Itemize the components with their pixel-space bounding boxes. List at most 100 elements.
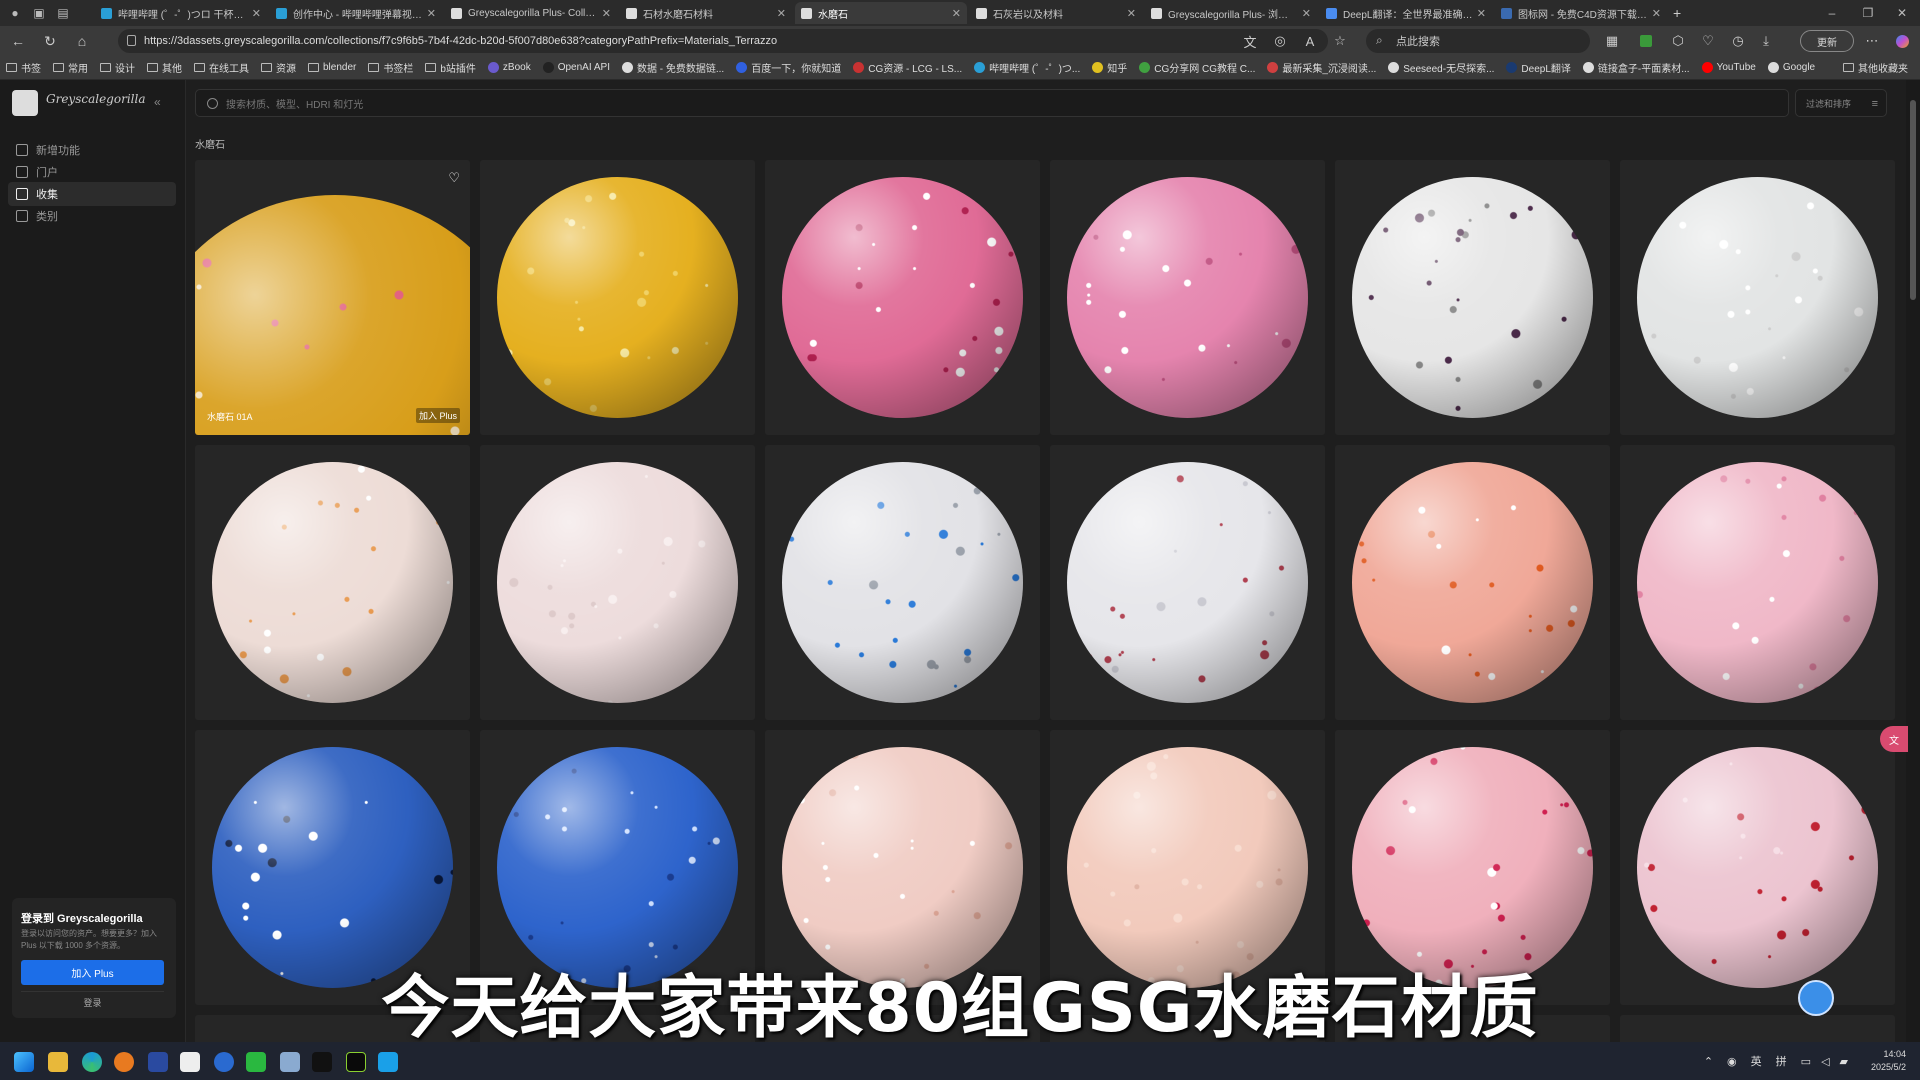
sidebar-item[interactable]: 收集 bbox=[8, 182, 176, 206]
browser-tab[interactable]: 哔哩哔哩 (゜-゜)つロ 干杯~-bilibili ✕ bbox=[95, 2, 267, 24]
blender-icon[interactable] bbox=[114, 1052, 134, 1072]
restore-icon[interactable]: ❐ bbox=[1850, 0, 1886, 26]
bookmark-item[interactable]: OpenAI API bbox=[542, 62, 610, 73]
tab-actions-icon[interactable]: ▤ bbox=[54, 4, 72, 22]
bookmark-item[interactable]: 数据 - 免费数据链... bbox=[621, 60, 724, 75]
extension-icon[interactable]: ▦ bbox=[1604, 33, 1620, 49]
heart-icon[interactable]: ♡ bbox=[448, 170, 460, 186]
terminal-icon[interactable] bbox=[346, 1052, 366, 1072]
tab-close-icon[interactable]: ✕ bbox=[1652, 7, 1661, 20]
read-aloud-icon[interactable]: A bbox=[1302, 33, 1318, 49]
volume-icon[interactable]: ◁ bbox=[1821, 1055, 1829, 1068]
minimize-icon[interactable]: – bbox=[1814, 0, 1850, 26]
bookmark-item[interactable]: 链接盒子-平面素材... bbox=[1582, 60, 1690, 75]
bookmark-item[interactable]: b站插件 bbox=[425, 60, 476, 75]
copilot-icon[interactable] bbox=[1894, 33, 1910, 49]
history-icon[interactable]: ◷ bbox=[1730, 33, 1746, 49]
network-icon[interactable]: ▭ bbox=[1801, 1055, 1811, 1068]
edge-icon[interactable] bbox=[82, 1052, 102, 1072]
bookmark-item[interactable]: DeepL翻译 bbox=[1506, 60, 1571, 75]
browser-tab[interactable]: DeepL翻译：全世界最准确的翻译 ✕ bbox=[1320, 2, 1492, 24]
bookmark-item[interactable]: 百度一下，你就知道 bbox=[736, 60, 841, 75]
material-card[interactable] bbox=[1335, 160, 1610, 435]
bookmark-item[interactable]: 最新采集_沉浸阅读... bbox=[1267, 60, 1376, 75]
material-card[interactable] bbox=[1335, 445, 1610, 720]
reader-icon[interactable]: ◎ bbox=[1272, 33, 1288, 49]
material-card[interactable] bbox=[195, 445, 470, 720]
bookmark-item[interactable]: 哔哩哔哩 (゜-゜)つ... bbox=[974, 60, 1080, 75]
browser-search-field[interactable]: ⌕ 点此搜索 bbox=[1366, 29, 1590, 53]
filter-sort-button[interactable]: 过滤和排序 ≡ bbox=[1795, 89, 1887, 117]
bookmark-item[interactable]: CG资源 - LCG - LS... bbox=[853, 60, 962, 75]
tab-close-icon[interactable]: ✕ bbox=[252, 7, 261, 20]
ime-mode-indicator[interactable]: 拼 bbox=[1776, 1053, 1787, 1069]
tab-close-icon[interactable]: ✕ bbox=[1477, 7, 1486, 20]
bookmark-item[interactable]: Google bbox=[1767, 62, 1815, 73]
browser-app-icon[interactable] bbox=[214, 1052, 234, 1072]
powershell-icon[interactable] bbox=[148, 1052, 168, 1072]
wechat-icon[interactable] bbox=[246, 1052, 266, 1072]
workspaces-icon[interactable]: ▣ bbox=[30, 4, 48, 22]
translate-float-icon[interactable]: 文 bbox=[1880, 726, 1908, 752]
close-window-icon[interactable]: ✕ bbox=[1884, 0, 1920, 26]
ime-lang-indicator[interactable]: 英 bbox=[1751, 1053, 1762, 1069]
bookmark-item[interactable]: zBook bbox=[487, 62, 531, 73]
sidebar-item[interactable]: 类别 bbox=[8, 204, 176, 228]
material-card[interactable] bbox=[1620, 445, 1895, 720]
battery-icon[interactable]: ▰ bbox=[1840, 1055, 1848, 1068]
browser-tab[interactable]: 石材水磨石材料 ✕ bbox=[620, 2, 792, 24]
bookmark-item[interactable]: CG分享网 CG教程 C... bbox=[1139, 60, 1255, 75]
browser-tab[interactable]: Greyscalegorilla Plus- 浏览库 ✕ bbox=[1145, 2, 1317, 24]
material-card[interactable] bbox=[480, 160, 755, 435]
collections-icon[interactable]: ♡ bbox=[1700, 33, 1716, 49]
more-menu-icon[interactable]: ⋯ bbox=[1864, 33, 1880, 49]
material-card[interactable] bbox=[1050, 160, 1325, 435]
extensions-icon[interactable]: ⬡ bbox=[1670, 33, 1686, 49]
app-icon[interactable] bbox=[180, 1052, 200, 1072]
profile-icon[interactable]: ● bbox=[6, 4, 24, 22]
tab-close-icon[interactable]: ✕ bbox=[777, 7, 786, 20]
page-scrollbar[interactable] bbox=[1906, 80, 1920, 1042]
url-field[interactable]: https://3dassets.greyscalegorilla.com/co… bbox=[118, 29, 1328, 53]
tab-close-icon[interactable]: ✕ bbox=[427, 7, 436, 20]
sidebar-item[interactable]: 新增功能 bbox=[8, 138, 176, 162]
bookmark-item[interactable]: Seeseed-无尽探索... bbox=[1388, 60, 1494, 75]
tray-expand-icon[interactable]: ⌃ bbox=[1704, 1055, 1713, 1068]
extension-green-icon[interactable] bbox=[1638, 33, 1654, 49]
material-card[interactable] bbox=[765, 445, 1040, 720]
new-tab-button[interactable]: + bbox=[1673, 5, 1681, 21]
bookmark-item[interactable]: blender bbox=[308, 62, 356, 73]
tab-close-icon[interactable]: ✕ bbox=[1127, 7, 1136, 20]
gorilla-logo-icon[interactable] bbox=[12, 90, 38, 116]
bookmark-item[interactable]: 常用 bbox=[53, 60, 88, 75]
sidebar-item[interactable]: 门户 bbox=[8, 160, 176, 184]
material-card[interactable] bbox=[1050, 445, 1325, 720]
mail-icon[interactable] bbox=[280, 1052, 300, 1072]
bookmark-item[interactable]: 书签栏 bbox=[368, 60, 413, 75]
bookmark-item[interactable]: 设计 bbox=[100, 60, 135, 75]
bookmark-item[interactable]: 资源 bbox=[261, 60, 296, 75]
browser-tab[interactable]: 水磨石 ✕ bbox=[795, 2, 967, 24]
update-button[interactable]: 更新 bbox=[1800, 30, 1854, 52]
join-plus-badge[interactable]: 加入 Plus bbox=[415, 408, 460, 423]
clock[interactable]: 14:04 2025/5/2 bbox=[1871, 1048, 1906, 1074]
back-icon[interactable]: ← bbox=[4, 29, 32, 53]
tab-close-icon[interactable]: ✕ bbox=[1302, 7, 1311, 20]
file-explorer-icon[interactable] bbox=[48, 1052, 68, 1072]
download-icon[interactable]: ⤓ bbox=[1758, 33, 1774, 49]
reload-icon[interactable]: ↻ bbox=[36, 29, 64, 53]
collapse-sidebar-icon[interactable]: « bbox=[154, 95, 161, 109]
scrollbar-thumb[interactable] bbox=[1910, 100, 1916, 300]
tray-app-icon[interactable]: ◉ bbox=[1727, 1055, 1737, 1068]
bookmark-item[interactable]: YouTube bbox=[1701, 62, 1756, 73]
capcut-icon[interactable] bbox=[312, 1052, 332, 1072]
bookmark-item[interactable]: 书签 bbox=[6, 60, 41, 75]
home-icon[interactable]: ⌂ bbox=[68, 29, 96, 53]
material-card[interactable]: ♡ 水磨石 01A 加入 Plus bbox=[195, 160, 470, 435]
translate-icon[interactable]: 文 bbox=[1242, 33, 1258, 50]
bookmark-item[interactable]: 其他收藏夹 bbox=[1843, 60, 1908, 75]
bookmark-item[interactable]: 在线工具 bbox=[194, 60, 249, 75]
browser-tab[interactable]: 石灰岩以及材料 ✕ bbox=[970, 2, 1142, 24]
browser-tab[interactable]: Greyscalegorilla Plus- Collections ✕ bbox=[445, 2, 617, 24]
ps-icon[interactable] bbox=[378, 1052, 398, 1072]
